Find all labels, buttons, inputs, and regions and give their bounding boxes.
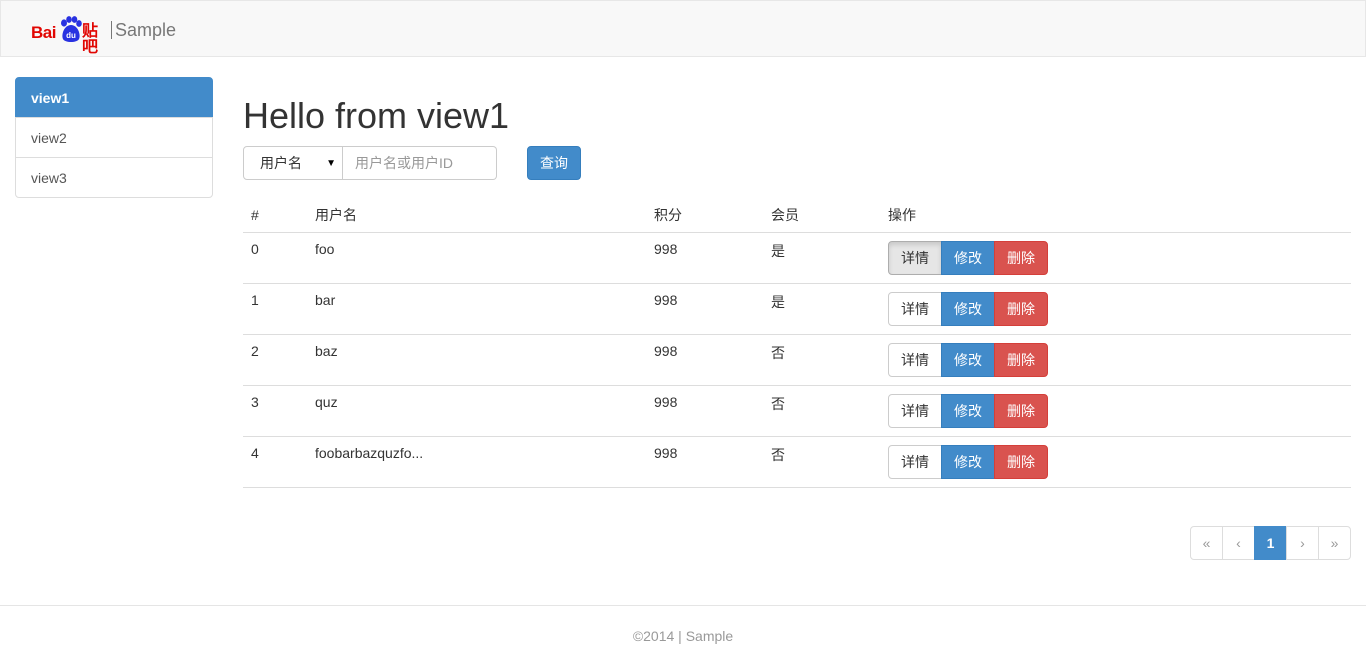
baidu-tieba-logo: Bai du 贴吧 xyxy=(31,15,111,56)
delete-button[interactable]: 删除 xyxy=(994,240,1048,275)
action-button-group: 详情 修改 删除 xyxy=(888,342,1048,377)
edit-button[interactable]: 修改 xyxy=(941,444,995,479)
delete-button[interactable]: 删除 xyxy=(994,393,1048,428)
page-prev-button[interactable]: ‹ xyxy=(1222,526,1255,560)
action-button-group: 详情 修改 删除 xyxy=(888,393,1048,428)
cell-member: 是 xyxy=(763,232,880,284)
cell-index: 1 xyxy=(243,283,307,335)
delete-button[interactable]: 删除 xyxy=(994,444,1048,479)
table-row: 4 foobarbazquzfo... 998 否 详情 修改 删除 xyxy=(243,436,1351,488)
cell-actions: 详情 修改 删除 xyxy=(880,385,1351,437)
page-next-button[interactable]: › xyxy=(1286,526,1319,560)
header-actions: 操作 xyxy=(880,198,1351,233)
header-index: # xyxy=(243,198,307,233)
sidebar-item-view1[interactable]: view1 xyxy=(15,77,213,118)
action-button-group: 详情 修改 删除 xyxy=(888,444,1048,479)
pagination: « ‹ 1 › » xyxy=(1190,526,1351,560)
cell-actions: 详情 修改 删除 xyxy=(880,436,1351,488)
cell-username: foobarbazquzfo... xyxy=(307,436,646,488)
edit-button[interactable]: 修改 xyxy=(941,342,995,377)
header-member: 会员 xyxy=(763,198,880,233)
detail-button[interactable]: 详情 xyxy=(888,444,942,479)
brand-title: Sample xyxy=(115,19,177,40)
paw-icon: du xyxy=(61,16,82,42)
logo-du-text: du xyxy=(66,31,76,40)
logo-bai-text: Bai xyxy=(31,23,56,42)
cell-actions: 详情 修改 删除 xyxy=(880,232,1351,284)
cell-username: quz xyxy=(307,385,646,437)
search-type-value: 用户名 xyxy=(260,155,302,171)
cell-username: foo xyxy=(307,232,646,284)
footer: ©2014 | Sample xyxy=(632,628,734,644)
query-button[interactable]: 查询 xyxy=(527,146,581,180)
table-row: 0 foo 998 是 详情 修改 删除 xyxy=(243,232,1351,284)
search-input[interactable] xyxy=(343,146,497,180)
page-title: Hello from view1 xyxy=(243,95,510,136)
navbar: Bai du 贴吧 Sample xyxy=(0,0,1366,57)
cell-score: 998 xyxy=(646,283,763,335)
edit-button[interactable]: 修改 xyxy=(941,291,995,326)
action-button-group: 详情 修改 删除 xyxy=(888,291,1048,326)
cell-index: 4 xyxy=(243,436,307,488)
header-score: 积分 xyxy=(646,198,763,233)
cell-actions: 详情 修改 删除 xyxy=(880,283,1351,335)
logo-tieba-text: 贴吧 xyxy=(82,23,99,56)
table-row: 2 baz 998 否 详情 修改 删除 xyxy=(243,334,1351,386)
cell-username: bar xyxy=(307,283,646,335)
sidebar-item-view3[interactable]: view3 xyxy=(15,157,213,198)
detail-button[interactable]: 详情 xyxy=(888,291,942,326)
search-form: 用户名 ▼ 查询 xyxy=(243,146,581,180)
cell-index: 0 xyxy=(243,232,307,284)
cell-username: baz xyxy=(307,334,646,386)
cell-index: 3 xyxy=(243,385,307,437)
page-last-button[interactable]: » xyxy=(1318,526,1351,560)
cell-member: 否 xyxy=(763,334,880,386)
delete-button[interactable]: 删除 xyxy=(994,342,1048,377)
cell-member: 是 xyxy=(763,283,880,335)
search-type-select[interactable]: 用户名 ▼ xyxy=(243,146,343,180)
cell-index: 2 xyxy=(243,334,307,386)
sidebar-nav: view1 view2 view3 xyxy=(15,77,213,198)
edit-button[interactable]: 修改 xyxy=(941,240,995,275)
detail-button[interactable]: 详情 xyxy=(888,342,942,377)
table-header-row: # 用户名 积分 会员 操作 xyxy=(243,198,1351,233)
brand-separator xyxy=(111,21,112,39)
edit-button[interactable]: 修改 xyxy=(941,393,995,428)
detail-button[interactable]: 详情 xyxy=(888,240,942,275)
delete-button[interactable]: 删除 xyxy=(994,291,1048,326)
detail-button[interactable]: 详情 xyxy=(888,393,942,428)
brand[interactable]: Bai du 贴吧 Sample xyxy=(31,15,177,56)
table-row: 3 quz 998 否 详情 修改 删除 xyxy=(243,385,1351,437)
footer-divider xyxy=(0,605,1366,606)
main-content: Hello from view1 用户名 ▼ 查询 # 用户名 积分 会员 操作 xyxy=(243,90,1351,488)
table-row: 1 bar 998 是 详情 修改 删除 xyxy=(243,283,1351,335)
header-username: 用户名 xyxy=(307,198,646,233)
cell-actions: 详情 修改 删除 xyxy=(880,334,1351,386)
page-current-button[interactable]: 1 xyxy=(1254,526,1287,560)
cell-member: 否 xyxy=(763,436,880,488)
user-table: # 用户名 积分 会员 操作 0 foo 998 是 详情 修改 删除 1 ba… xyxy=(243,198,1351,488)
cell-member: 否 xyxy=(763,385,880,437)
action-button-group: 详情 修改 删除 xyxy=(888,240,1048,275)
cell-score: 998 xyxy=(646,232,763,284)
cell-score: 998 xyxy=(646,436,763,488)
sidebar-item-view2[interactable]: view2 xyxy=(15,117,213,158)
caret-down-icon: ▼ xyxy=(326,158,336,169)
cell-score: 998 xyxy=(646,334,763,386)
cell-score: 998 xyxy=(646,385,763,437)
page-first-button[interactable]: « xyxy=(1190,526,1223,560)
